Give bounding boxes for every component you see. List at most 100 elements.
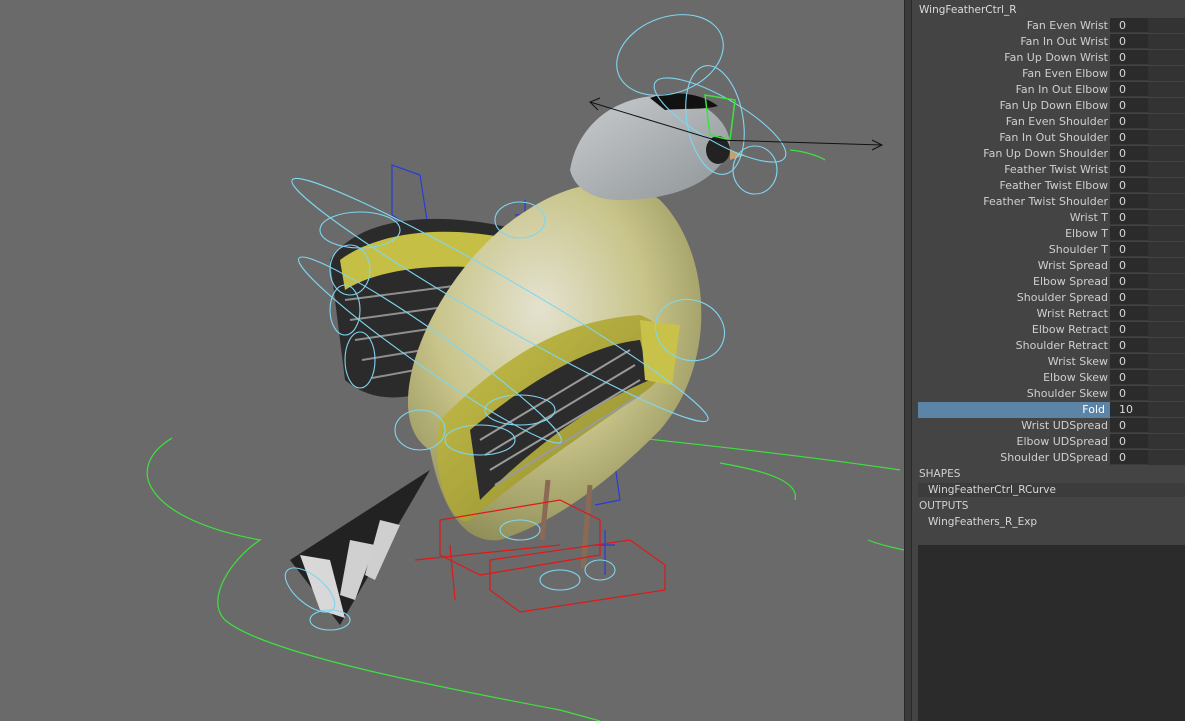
attribute-value-field[interactable]: 0 <box>1110 274 1185 289</box>
attribute-row[interactable]: Elbow Spread 0 <box>918 274 1185 290</box>
attribute-label[interactable]: Elbow Spread <box>918 274 1108 290</box>
attribute-value-cap <box>1148 82 1185 97</box>
attribute-row[interactable]: Wrist Retract 0 <box>918 306 1185 322</box>
attribute-label[interactable]: Fan In Out Shoulder <box>918 130 1108 146</box>
attribute-value-cap <box>1148 338 1185 353</box>
attribute-value-field[interactable]: 0 <box>1110 194 1185 209</box>
attribute-value-field[interactable]: 0 <box>1110 306 1185 321</box>
attribute-value: 0 <box>1119 131 1126 144</box>
attribute-value-field[interactable]: 0 <box>1110 354 1185 369</box>
attribute-row[interactable]: Fan Even Wrist 0 <box>918 18 1185 34</box>
attribute-label[interactable]: Fan Up Down Wrist <box>918 50 1108 66</box>
attribute-label[interactable]: Shoulder Skew <box>918 386 1108 402</box>
shape-item[interactable]: WingFeatherCtrl_RCurve <box>918 483 1185 497</box>
attribute-value-field[interactable]: 0 <box>1110 370 1185 385</box>
attribute-row[interactable]: Fan Even Elbow 0 <box>918 66 1185 82</box>
attribute-label[interactable]: Fan In Out Wrist <box>918 34 1108 50</box>
attribute-value: 0 <box>1119 51 1126 64</box>
attribute-row[interactable]: Elbow Retract 0 <box>918 322 1185 338</box>
attribute-value-field[interactable]: 0 <box>1110 130 1185 145</box>
attribute-value-field[interactable]: 0 <box>1110 114 1185 129</box>
attribute-label[interactable]: Shoulder T <box>918 242 1108 258</box>
attribute-row[interactable]: Shoulder UDSpread 0 <box>918 450 1185 466</box>
attribute-value-field[interactable]: 0 <box>1110 434 1185 449</box>
attribute-label[interactable]: Shoulder Retract <box>918 338 1108 354</box>
attribute-value-field[interactable]: 0 <box>1110 386 1185 401</box>
attribute-row[interactable]: Feather Twist Elbow 0 <box>918 178 1185 194</box>
attribute-label[interactable]: Elbow Skew <box>918 370 1108 386</box>
attribute-label[interactable]: Feather Twist Wrist <box>918 162 1108 178</box>
attribute-row[interactable]: Fan In Out Elbow 0 <box>918 82 1185 98</box>
attribute-label[interactable]: Wrist Spread <box>918 258 1108 274</box>
attribute-label[interactable]: Feather Twist Elbow <box>918 178 1108 194</box>
attribute-value-field[interactable]: 0 <box>1110 18 1185 33</box>
attribute-label[interactable]: Elbow UDSpread <box>918 434 1108 450</box>
attribute-label[interactable]: Wrist Skew <box>918 354 1108 370</box>
attribute-value: 0 <box>1119 307 1126 320</box>
attribute-value-field[interactable]: 0 <box>1110 258 1185 273</box>
attribute-value: 0 <box>1119 83 1126 96</box>
attribute-label[interactable]: Fan Even Wrist <box>918 18 1108 34</box>
attribute-label[interactable]: Elbow T <box>918 226 1108 242</box>
output-item[interactable]: WingFeathers_R_Exp <box>918 515 1185 529</box>
3d-viewport[interactable] <box>0 0 904 721</box>
attribute-row[interactable]: Fan Even Shoulder 0 <box>918 114 1185 130</box>
attribute-value-field[interactable]: 0 <box>1110 226 1185 241</box>
attribute-row[interactable]: Wrist Spread 0 <box>918 258 1185 274</box>
panel-splitter[interactable] <box>904 0 912 721</box>
attribute-value: 0 <box>1119 323 1126 336</box>
attribute-row[interactable]: Shoulder Spread 0 <box>918 290 1185 306</box>
attribute-row[interactable]: Shoulder Skew 0 <box>918 386 1185 402</box>
attribute-value-field[interactable]: 0 <box>1110 50 1185 65</box>
attribute-value-field[interactable]: 0 <box>1110 418 1185 433</box>
attribute-value-cap <box>1148 146 1185 161</box>
attribute-row[interactable]: Shoulder T 0 <box>918 242 1185 258</box>
attribute-row[interactable]: Shoulder Retract 0 <box>918 338 1185 354</box>
attribute-value-field[interactable]: 0 <box>1110 242 1185 257</box>
attribute-row[interactable]: Wrist T 0 <box>918 210 1185 226</box>
attribute-value-field[interactable]: 0 <box>1110 98 1185 113</box>
node-name[interactable]: WingFeatherCtrl_R <box>919 3 1017 17</box>
attribute-label[interactable]: Shoulder UDSpread <box>918 450 1108 466</box>
attribute-label[interactable]: Feather Twist Shoulder <box>918 194 1108 210</box>
attribute-value-field[interactable]: 0 <box>1110 290 1185 305</box>
attribute-label[interactable]: Wrist Retract <box>918 306 1108 322</box>
attribute-value-field[interactable]: 0 <box>1110 34 1185 49</box>
attribute-row[interactable]: Fan In Out Shoulder 0 <box>918 130 1185 146</box>
attribute-label[interactable]: Wrist UDSpread <box>918 418 1108 434</box>
attribute-label[interactable]: Fan Up Down Shoulder <box>918 146 1108 162</box>
attribute-label[interactable]: Wrist T <box>918 210 1108 226</box>
attribute-value-cap <box>1148 210 1185 225</box>
attribute-row[interactable]: Elbow UDSpread 0 <box>918 434 1185 450</box>
attribute-row[interactable]: Wrist Skew 0 <box>918 354 1185 370</box>
attribute-value-cap <box>1148 450 1185 465</box>
attribute-value-field[interactable]: 0 <box>1110 210 1185 225</box>
attribute-label[interactable]: Fan Even Elbow <box>918 66 1108 82</box>
viewport-scene[interactable] <box>0 0 904 721</box>
attribute-label[interactable]: Shoulder Spread <box>918 290 1108 306</box>
attribute-row[interactable]: Elbow Skew 0 <box>918 370 1185 386</box>
attribute-row[interactable]: Fan Up Down Shoulder 0 <box>918 146 1185 162</box>
attribute-label[interactable]: Fan Up Down Elbow <box>918 98 1108 114</box>
attribute-label[interactable]: Fan Even Shoulder <box>918 114 1108 130</box>
attribute-row[interactable]: Elbow T 0 <box>918 226 1185 242</box>
attribute-value-field[interactable]: 0 <box>1110 322 1185 337</box>
attribute-value-field[interactable]: 10 <box>1110 402 1185 417</box>
attribute-value-field[interactable]: 0 <box>1110 146 1185 161</box>
attribute-row[interactable]: Feather Twist Wrist 0 <box>918 162 1185 178</box>
attribute-row[interactable]: Feather Twist Shoulder 0 <box>918 194 1185 210</box>
attribute-value-field[interactable]: 0 <box>1110 162 1185 177</box>
attribute-row[interactable]: Fan Up Down Elbow 0 <box>918 98 1185 114</box>
attribute-row[interactable]: Fan In Out Wrist 0 <box>918 34 1185 50</box>
attribute-label[interactable]: Fold <box>918 402 1110 418</box>
attribute-row[interactable]: Fold 10 <box>918 402 1185 418</box>
attribute-value-field[interactable]: 0 <box>1110 66 1185 81</box>
attribute-value-field[interactable]: 0 <box>1110 82 1185 97</box>
attribute-row[interactable]: Fan Up Down Wrist 0 <box>918 50 1185 66</box>
attribute-value-field[interactable]: 0 <box>1110 450 1185 465</box>
attribute-row[interactable]: Wrist UDSpread 0 <box>918 418 1185 434</box>
attribute-value-field[interactable]: 0 <box>1110 338 1185 353</box>
attribute-label[interactable]: Fan In Out Elbow <box>918 82 1108 98</box>
attribute-value-field[interactable]: 0 <box>1110 178 1185 193</box>
attribute-label[interactable]: Elbow Retract <box>918 322 1108 338</box>
